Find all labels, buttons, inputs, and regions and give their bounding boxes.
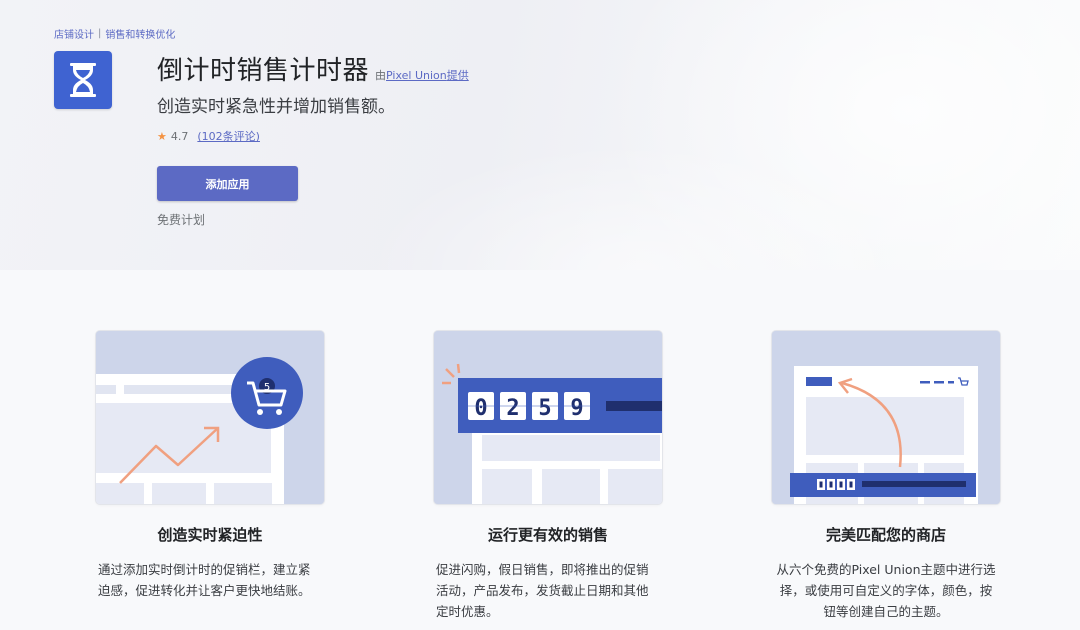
star-icon: ★ [157,129,167,143]
app-title: 倒计时销售计时器 [157,56,370,86]
feature-theme-match: 完美匹配您的商店 从六个免费的Pixel Union主题中进行选择，或使用可自定… [772,331,1000,622]
add-app-button[interactable]: 添加应用 [157,166,298,201]
countdown-illustration: 0 2 5 9 [434,331,662,504]
developer-credit: 由Pixel Union提供 [375,67,469,83]
rating-row: ★ 4.7 (102条评论) [157,128,260,144]
rating-value: 4.7 [170,129,189,143]
developer-suffix[interactable]: 提供 [447,69,469,82]
feature-urgency: 5 创造实时紧迫性 通过添加实时倒计时的促销栏，建立紧迫感，促进转化并让客户更快… [96,331,324,601]
feature-description: 通过添加实时倒计时的促销栏，建立紧迫感，促进转化并让客户更快地结账。 [98,562,311,598]
breadcrumb-separator: | [98,28,102,39]
developer-link[interactable]: Pixel Union [386,69,447,82]
urgency-illustration: 5 [96,331,324,504]
timer-digit: 0 [474,396,487,421]
feature-description: 促进闪购，假日销售，即将推出的促销活动，产品发布，发货截止日期和其他定时优惠。 [436,562,649,619]
feature-description: 从六个免费的Pixel Union主题中进行选择，或使用可自定义的字体，颜色，按… [776,562,996,619]
timer-digit: 9 [570,396,583,421]
hourglass-icon [54,51,112,109]
developer-prefix: 由 [375,69,387,82]
theme-illustration [772,331,1000,504]
app-title-row: 倒计时销售计时器 由Pixel Union提供 [157,50,469,87]
breadcrumb-item-store-design[interactable]: 店铺设计 [54,26,94,41]
feature-title: 创造实时紧迫性 [157,526,263,544]
timer-digit: 2 [506,396,519,421]
timer-digit: 5 [538,396,551,421]
breadcrumb-item-sales-conversion[interactable]: 销售和转换优化 [105,26,175,41]
feature-title: 完美匹配您的商店 [825,526,946,544]
reviews-link[interactable]: (102条评论) [197,128,260,144]
app-tagline: 创造实时紧急性并增加销售额。 [157,97,395,117]
breadcrumb: 店铺设计 | 销售和转换优化 [54,26,175,41]
feature-sales: 0 2 5 9 运行更有效的销售 促进闪购，假日销售，即将推出的促销活动，产品发… [434,331,662,622]
pricing-plan: 免费计划 [157,213,206,227]
feature-title: 运行更有效的销售 [487,526,608,544]
